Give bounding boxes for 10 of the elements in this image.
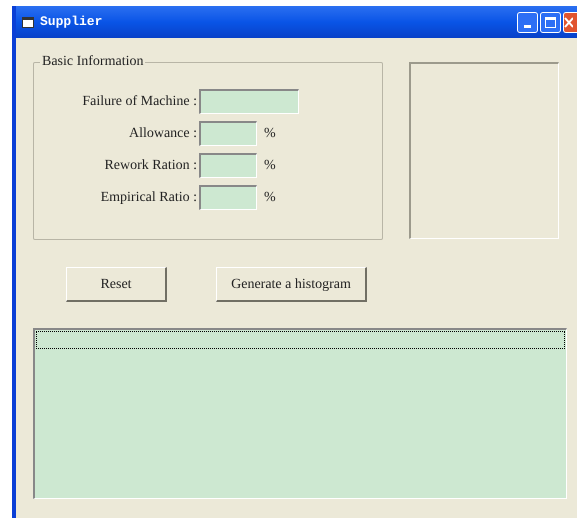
- window-title: Supplier: [40, 13, 102, 32]
- field-label: Rework Ration :: [103, 157, 198, 175]
- unit-label: %: [264, 157, 276, 175]
- generate-histogram-button[interactable]: Generate a histogram: [216, 267, 367, 302]
- reset-button[interactable]: Reset: [66, 267, 167, 302]
- field-label: Failure of Machine :: [81, 93, 198, 111]
- field-label: Empirical Ratio :: [100, 189, 198, 207]
- unit-label: %: [264, 189, 276, 207]
- field-label: Allowance :: [128, 125, 198, 143]
- unit-label: %: [264, 125, 276, 143]
